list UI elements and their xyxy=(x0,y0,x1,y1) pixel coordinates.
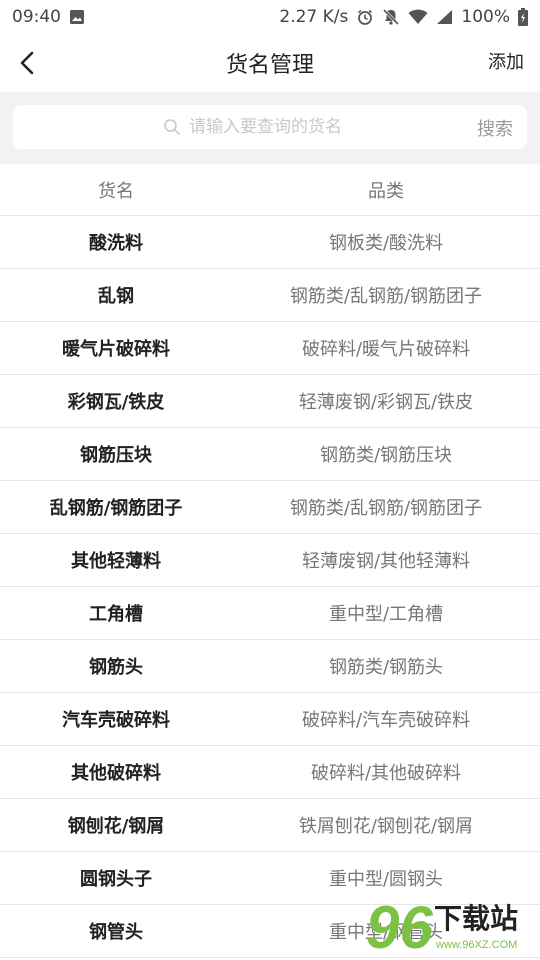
app-header: 货名管理 添加 xyxy=(0,34,540,92)
alarm-icon xyxy=(356,8,374,26)
goods-category: 破碎料/其他破碎料 xyxy=(310,763,462,784)
table-row[interactable]: 其他破碎料 破碎料/其他破碎料 xyxy=(0,746,540,799)
goods-name: 乱钢 xyxy=(98,286,134,307)
table-row[interactable]: 钢筋头 钢筋类/钢筋头 xyxy=(0,640,540,693)
table-row[interactable]: 乱钢筋/钢筋团子 钢筋类/乱钢筋/钢筋团子 xyxy=(0,481,540,534)
image-notification-icon xyxy=(69,9,85,25)
goods-category: 破碎料/暖气片破碎料 xyxy=(301,339,471,360)
goods-name: 彩钢瓦/铁皮 xyxy=(67,392,165,413)
goods-name: 酸洗料 xyxy=(89,233,143,254)
status-bar: 09:40 2.27 K/s 100% xyxy=(0,0,540,34)
table-row[interactable]: 彩钢瓦/铁皮 轻薄废钢/彩钢瓦/铁皮 xyxy=(0,375,540,428)
goods-name: 汽车壳破碎料 xyxy=(62,710,170,731)
search-area: 搜索 xyxy=(0,92,540,164)
goods-category: 钢筋类/钢筋头 xyxy=(328,657,444,678)
goods-category: 钢筋类/钢筋压块 xyxy=(319,445,453,466)
search-box: 搜索 xyxy=(13,105,527,149)
back-arrow-icon xyxy=(20,51,34,75)
battery-icon xyxy=(518,8,528,26)
table-row[interactable]: 乱钢 钢筋类/乱钢筋/钢筋团子 xyxy=(0,269,540,322)
goods-name: 其他破碎料 xyxy=(71,763,161,784)
network-speed: 2.27 K/s xyxy=(279,7,349,27)
goods-name: 暖气片破碎料 xyxy=(62,339,170,360)
table-row[interactable]: 钢筋压块 钢筋类/钢筋压块 xyxy=(0,428,540,481)
table-row[interactable]: 酸洗料 钢板类/酸洗料 xyxy=(0,216,540,269)
table-row[interactable]: 工角槽 重中型/工角槽 xyxy=(0,587,540,640)
search-icon xyxy=(164,119,180,135)
goods-category: 钢板类/酸洗料 xyxy=(328,233,444,254)
table-row[interactable]: 汽车壳破碎料 破碎料/汽车壳破碎料 xyxy=(0,693,540,746)
battery-level: 100% xyxy=(461,7,510,27)
watermark-logo: 96 xyxy=(366,894,433,958)
site-watermark: 96 下载站 www.96XZ.COM xyxy=(366,894,518,958)
goods-name: 钢管头 xyxy=(89,922,143,943)
mute-icon xyxy=(382,8,400,26)
status-bar-right: 2.27 K/s 100% xyxy=(279,7,528,27)
back-button[interactable] xyxy=(6,41,50,85)
goods-name: 钢刨花/钢屑 xyxy=(67,816,165,837)
signal-icon xyxy=(436,9,453,25)
table-row[interactable]: 其他轻薄料 轻薄废钢/其他轻薄料 xyxy=(0,534,540,587)
column-header-name: 货名 xyxy=(98,180,134,202)
wifi-icon xyxy=(408,9,428,25)
goods-category: 破碎料/汽车壳破碎料 xyxy=(301,710,471,731)
goods-category: 重中型/工角槽 xyxy=(328,604,444,625)
table-row[interactable]: 暖气片破碎料 破碎料/暖气片破碎料 xyxy=(0,322,540,375)
add-button[interactable]: 添加 xyxy=(488,48,524,74)
goods-name: 工角槽 xyxy=(89,604,143,625)
goods-name: 其他轻薄料 xyxy=(71,551,161,572)
search-field xyxy=(163,105,411,149)
table-row[interactable]: 钢刨花/钢屑 铁屑刨花/钢刨花/钢屑 xyxy=(0,799,540,852)
goods-name: 乱钢筋/钢筋团子 xyxy=(49,498,183,519)
goods-category: 轻薄废钢/其他轻薄料 xyxy=(301,551,471,572)
column-header-category: 品类 xyxy=(368,180,404,202)
watermark-url: www.96XZ.COM xyxy=(435,939,517,951)
page-title: 货名管理 xyxy=(225,53,314,78)
goods-category: 轻薄废钢/彩钢瓦/铁皮 xyxy=(298,392,474,413)
goods-category: 铁屑刨花/钢刨花/钢屑 xyxy=(298,816,474,837)
goods-category: 钢筋类/乱钢筋/钢筋团子 xyxy=(289,498,483,519)
search-input[interactable] xyxy=(187,116,411,138)
goods-name: 钢筋头 xyxy=(89,657,143,678)
table-header: 货名 品类 xyxy=(0,164,540,216)
goods-category: 钢筋类/乱钢筋/钢筋团子 xyxy=(289,286,483,307)
watermark-brand: 下载站 xyxy=(434,902,518,935)
goods-table: 货名 品类 酸洗料 钢板类/酸洗料 乱钢 钢筋类/乱钢筋/钢筋团子 暖气片破碎料… xyxy=(0,164,540,958)
goods-category: 重中型/圆钢头 xyxy=(328,869,444,890)
status-bar-left: 09:40 xyxy=(12,7,85,27)
goods-name: 钢筋压块 xyxy=(80,445,152,466)
goods-name: 圆钢头子 xyxy=(80,869,152,890)
status-time: 09:40 xyxy=(12,7,61,27)
search-button[interactable]: 搜索 xyxy=(477,115,513,141)
